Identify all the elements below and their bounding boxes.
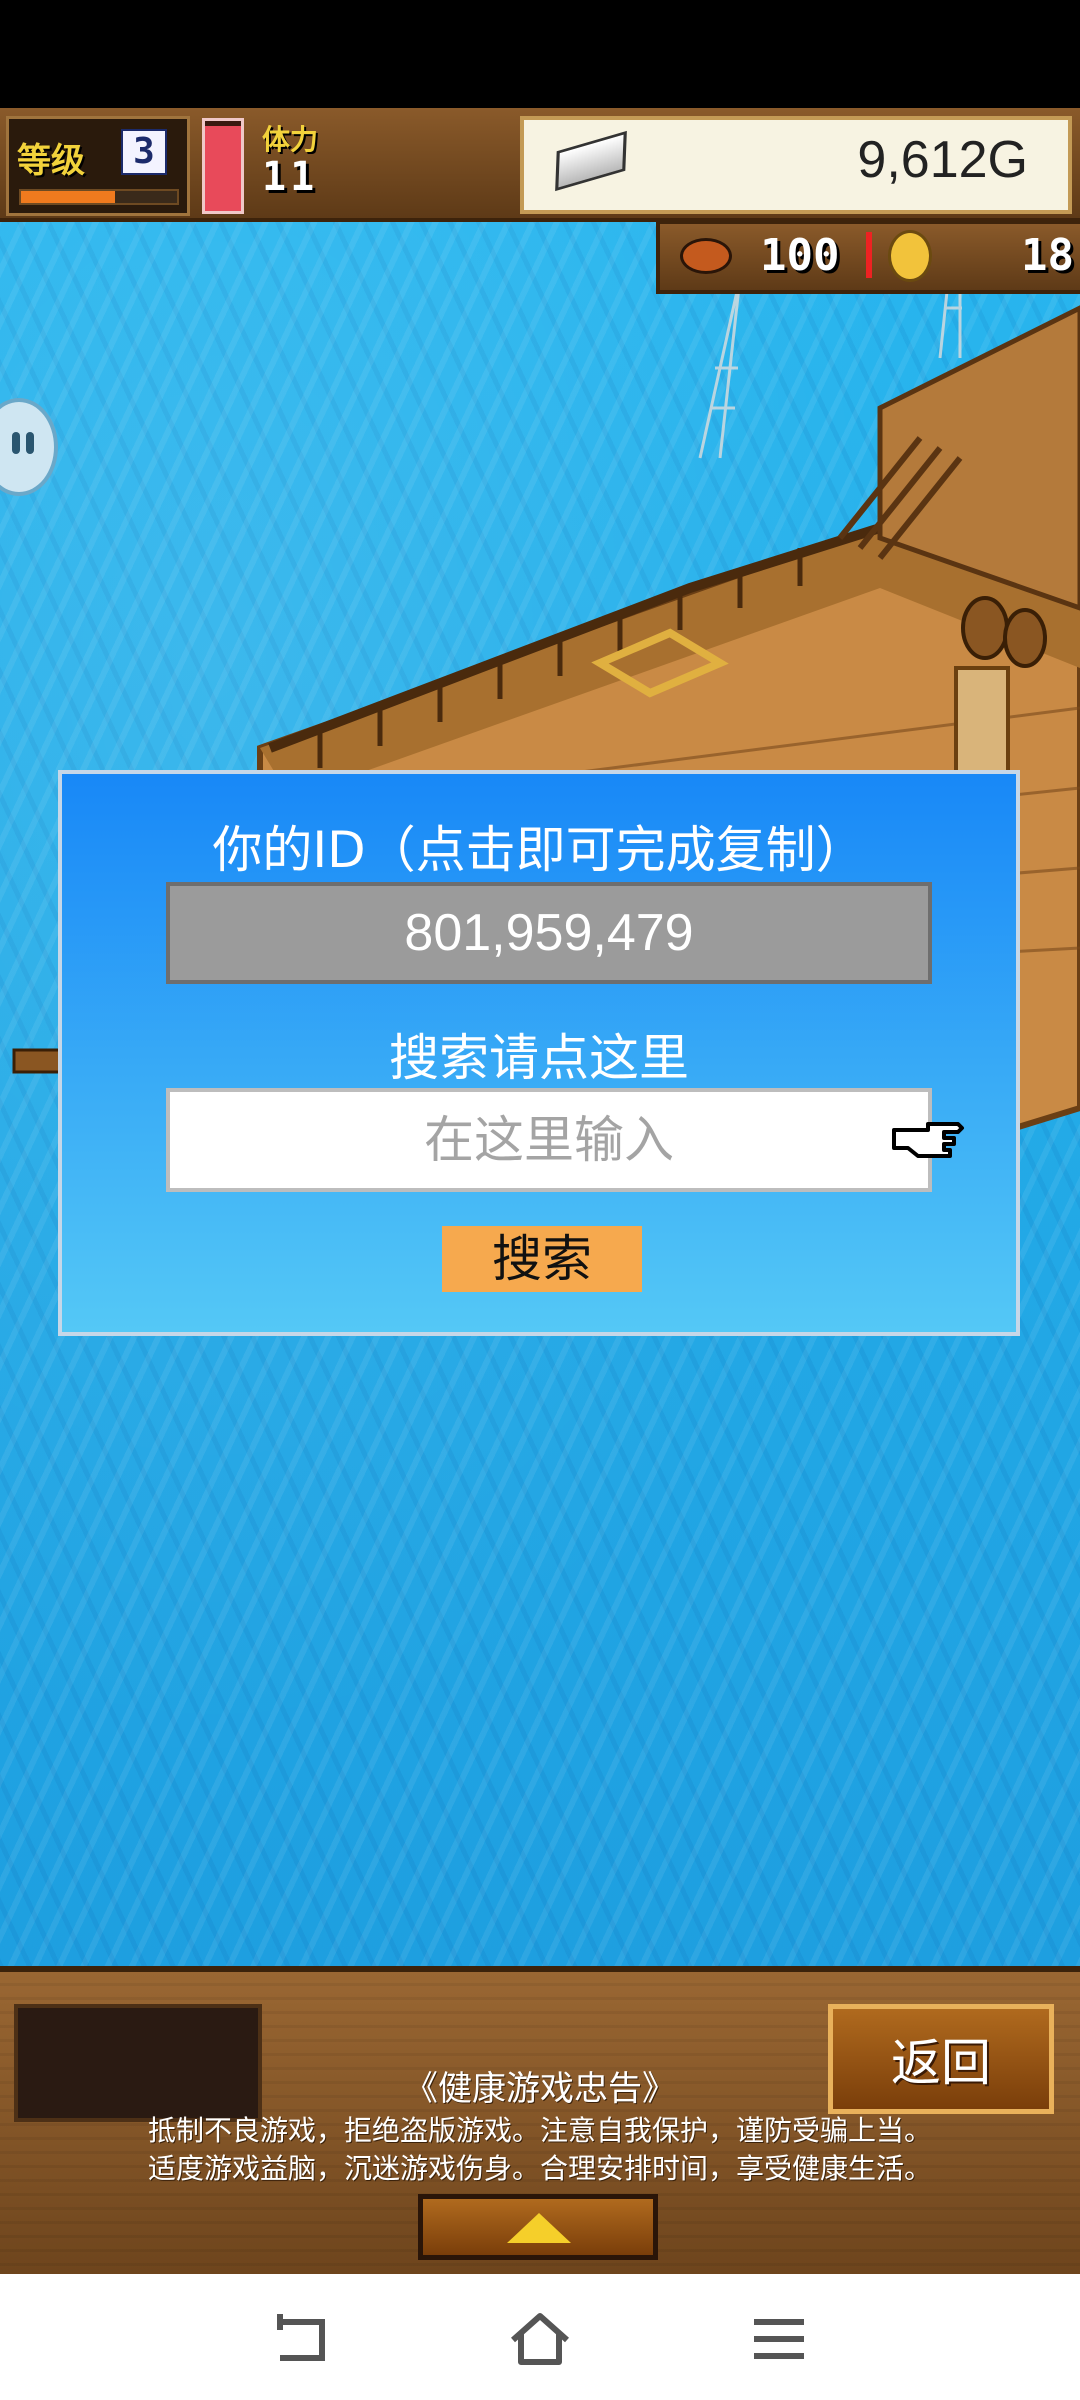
health-advisory: 《健康游戏忠告》 抵制不良游戏，拒绝盗版游戏。注意自我保护，谨防受骗上当。 适度… (0, 2066, 1080, 2188)
xp-bar (19, 189, 179, 205)
system-nav-bar (0, 2274, 1080, 2400)
expand-menu-button[interactable] (418, 2194, 658, 2260)
medal-coin-icon (888, 230, 932, 282)
stamina-label: 体力 (262, 123, 319, 156)
gold-value: 9,612G (857, 131, 1028, 189)
advisory-title: 《健康游戏忠告》 (404, 2069, 676, 2109)
meat-icon (680, 238, 732, 274)
level-panel: 等级 3 (6, 116, 190, 216)
food-value: 100 (760, 230, 840, 281)
dialog-title: 你的ID（点击即可完成复制） (212, 821, 866, 879)
triangle-up-icon (507, 2213, 571, 2243)
menu-icon[interactable] (744, 2304, 814, 2374)
level-label: 等级 (17, 141, 85, 181)
stamina-bar-fill (205, 125, 241, 211)
stamina-bar (202, 118, 244, 214)
resource-bar: 100 18 (656, 220, 1080, 294)
medal-value: 18 (1021, 230, 1074, 281)
resource-divider (866, 232, 872, 278)
top-hud: 等级 3 体力 11 9,612G (0, 108, 1080, 222)
home-icon[interactable] (505, 2304, 575, 2374)
level-value: 3 (121, 129, 167, 175)
friend-search-dialog: 你的ID（点击即可完成复制） 801,959,479 搜索请点这里 搜索 (58, 770, 1020, 1336)
search-hint-label: 搜索请点这里 (389, 1029, 689, 1087)
silver-ingot-icon (555, 130, 627, 192)
advisory-line-2: 适度游戏益脑，沉迷游戏伤身。合理安排时间，享受健康生活。 (147, 2152, 932, 2185)
advisory-line-1: 抵制不良游戏，拒绝盗版游戏。注意自我保护，谨防受骗上当。 (147, 2114, 932, 2147)
gold-panel: 9,612G (520, 116, 1072, 214)
pointing-hand-icon (892, 1122, 964, 1158)
bottom-panel: 返回 《健康游戏忠告》 抵制不良游戏，拒绝盗版游戏。注意自我保护，谨防受骗上当。… (0, 1966, 1080, 2280)
back-icon[interactable] (266, 2304, 336, 2374)
stamina-value: 11 (262, 154, 319, 200)
xp-bar-fill (21, 191, 115, 203)
user-id-copy-field[interactable]: 801,959,479 (166, 882, 932, 984)
search-input[interactable] (166, 1088, 932, 1192)
status-bar (0, 0, 1080, 108)
search-button[interactable]: 搜索 (442, 1226, 642, 1292)
